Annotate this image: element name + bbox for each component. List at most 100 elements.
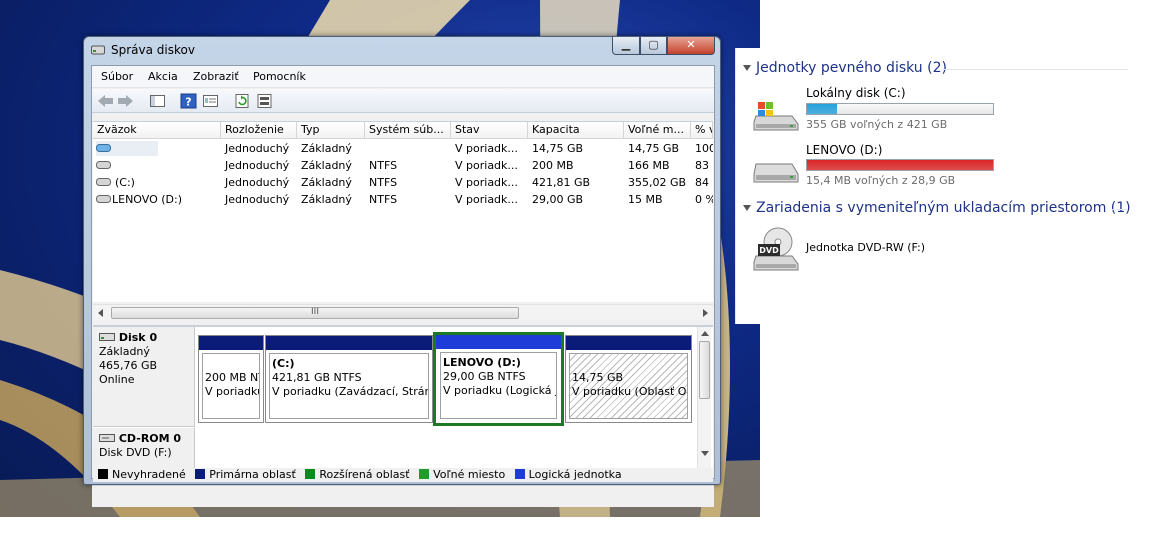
partition-c[interactable]: (C:) 421,81 GB NTFS V poriadku (Zavádzac… <box>265 335 433 423</box>
column-header-volume[interactable]: Zväzok <box>93 122 221 139</box>
legend-item: Primárna oblasť <box>195 468 296 482</box>
windows-drive-icon <box>753 102 799 131</box>
legend-swatch <box>305 469 316 479</box>
column-header-file-system[interactable]: Systém súb... <box>365 122 451 139</box>
partition-size: 29,00 GB NTFS <box>443 370 526 383</box>
table-row[interactable]: Jednoduchý Základný V poriadk... 14,75 G… <box>93 140 713 157</box>
status-bar <box>92 485 714 507</box>
partition-size: 200 MB NTFS <box>205 371 259 384</box>
properties-icon[interactable] <box>202 93 219 109</box>
partition-size: 14,75 GB <box>572 371 624 384</box>
cell-type: Základný <box>301 142 352 155</box>
screen: Správa diskov ▁ ▢ ✕ Súbor Akcia Zobraziť… <box>0 0 1161 534</box>
cell-file-system: NTFS <box>369 159 398 172</box>
menu-file[interactable]: Súbor <box>101 70 133 83</box>
scroll-right-icon[interactable] <box>701 309 709 317</box>
column-header-capacity[interactable]: Kapacita <box>528 122 624 139</box>
partition-status: V poriadku (Zavádzací, Stránkovací súbor… <box>272 385 429 398</box>
rescan-disks-icon[interactable] <box>256 93 273 109</box>
title-bar[interactable]: Správa diskov ▁ ▢ ✕ <box>84 37 720 63</box>
cell-percent-free: 100 <box>695 142 713 155</box>
cell-free-space: 166 MB <box>628 159 670 172</box>
scroll-up-icon[interactable] <box>701 330 709 338</box>
explorer-computer-panel: Jednotky pevného disku (2) Lokálny disk … <box>735 48 1131 324</box>
partition-system-reserved[interactable]: 200 MB NTFS V poriadku (Systém, Aktívna,… <box>198 335 264 423</box>
drive-d-capacity-fill <box>807 160 993 170</box>
partition-title: LENOVO (D:) <box>443 356 521 369</box>
scroll-left-icon[interactable] <box>97 309 105 317</box>
group-divider <box>1112 209 1128 210</box>
partition-primary-bar <box>266 336 432 350</box>
partition-oem[interactable]: 14,75 GB V poriadku (Oblasť OEM) <box>565 335 692 423</box>
volume-list: Zväzok Rozloženie Typ Systém súb... Stav… <box>93 121 713 302</box>
drive-d-capacity-bar <box>806 159 994 171</box>
drive-c-capacity-bar <box>806 103 994 115</box>
drive-c-name[interactable]: Lokálny disk (C:) <box>806 86 906 100</box>
cell-volume: LENOVO (D:) <box>112 193 183 206</box>
minimize-button[interactable]: ▁ <box>612 37 640 55</box>
cell-file-system <box>365 140 369 157</box>
menu-help[interactable]: Pomocník <box>253 70 306 83</box>
volume-disk-icon <box>96 144 111 152</box>
scroll-down-icon[interactable] <box>701 449 709 457</box>
drive-c-free-text: 355 GB voľných z 421 GB <box>806 118 948 131</box>
collapse-arrow-icon[interactable] <box>743 65 751 71</box>
disk-0-size: 465,76 GB <box>99 359 158 372</box>
refresh-icon[interactable] <box>234 93 251 109</box>
scrollbar-thumb[interactable]: III <box>111 307 519 319</box>
disk-0-label[interactable]: Disk 0 Základný 465,76 GB Online <box>93 327 195 427</box>
svg-text:?: ? <box>185 96 191 109</box>
partition-title: (C:) <box>272 357 295 370</box>
hard-drive-icon <box>753 163 799 183</box>
cell-free-space: 355,02 GB <box>628 176 687 189</box>
hard-disk-icon <box>99 333 115 341</box>
back-icon[interactable] <box>97 93 114 109</box>
cell-free-space: 14,75 GB <box>628 142 680 155</box>
drive-d-name[interactable]: LENOVO (D:) <box>806 143 882 157</box>
window-client-area: Súbor Akcia Zobraziť Pomocník ? Zväzok R… <box>91 65 715 507</box>
menu-view[interactable]: Zobraziť <box>193 70 239 83</box>
legend: Nevyhradené Primárna oblasť Rozšírená ob… <box>93 468 713 482</box>
partition-title <box>205 357 257 371</box>
help-icon[interactable]: ? <box>180 93 197 109</box>
vertical-scrollbar[interactable] <box>697 327 711 468</box>
column-header-type[interactable]: Typ <box>297 122 365 139</box>
horizontal-scrollbar[interactable]: III <box>93 304 713 320</box>
volume-disk-icon <box>96 161 111 169</box>
legend-item: Nevyhradené <box>93 468 186 482</box>
partition-title <box>572 357 685 371</box>
cell-status: V poriadk... <box>455 142 518 155</box>
column-header-layout[interactable]: Rozloženie <box>221 122 297 139</box>
group-header-removable[interactable]: Zariadenia s vymeniteľným ukladacím prie… <box>756 200 1131 216</box>
dvd-drive-name: Jednotka DVD-RW (F:) <box>806 241 925 254</box>
legend-item: Rozšírená oblasť <box>305 468 410 482</box>
drive-d-free-text: 15,4 MB voľných z 28,9 GB <box>806 174 956 187</box>
maximize-button[interactable]: ▢ <box>640 37 667 55</box>
cell-free-space: 15 MB <box>628 193 663 206</box>
column-header-free-space[interactable]: Voľné m... <box>624 122 691 139</box>
table-row[interactable]: (C:) Jednoduchý Základný NTFS V poriadk.… <box>93 174 713 191</box>
table-row[interactable]: LENOVO (D:) Jednoduchý Základný NTFS V p… <box>93 191 713 208</box>
show-hide-console-tree-icon[interactable] <box>149 93 166 109</box>
cell-status: V poriadk... <box>455 176 518 189</box>
table-row[interactable]: Jednoduchý Základný NTFS V poriadk... 20… <box>93 157 713 174</box>
menu-action[interactable]: Akcia <box>148 70 178 83</box>
partition-lenovo-d[interactable]: LENOVO (D:) 29,00 GB NTFS V poriadku (Lo… <box>433 332 564 426</box>
disk-0-name: Disk 0 <box>118 331 158 344</box>
cell-capacity: 14,75 GB <box>532 142 584 155</box>
legend-item: Logická jednotka <box>514 468 622 482</box>
collapse-arrow-icon[interactable] <box>743 205 751 211</box>
cdrom-0-label[interactable]: CD-ROM 0 Disk DVD (F:) <box>93 428 195 468</box>
partition-status: V poriadku (Systém, Aktívna, Primárna ob… <box>205 385 260 398</box>
close-button[interactable]: ✕ <box>667 37 715 55</box>
partition-size: 421,81 GB NTFS <box>272 371 362 384</box>
column-header-status[interactable]: Stav <box>451 122 528 139</box>
cell-layout: Jednoduchý <box>225 159 290 172</box>
cell-file-system: NTFS <box>369 176 398 189</box>
dvd-drive-icon: DVD <box>753 227 799 271</box>
cell-layout: Jednoduchý <box>225 142 290 155</box>
forward-icon[interactable] <box>117 93 134 109</box>
group-header-hard-disks[interactable]: Jednotky pevného disku (2) <box>756 60 947 76</box>
column-header-percent-free[interactable]: % v <box>691 122 713 139</box>
scrollbar-thumb[interactable] <box>699 341 710 399</box>
